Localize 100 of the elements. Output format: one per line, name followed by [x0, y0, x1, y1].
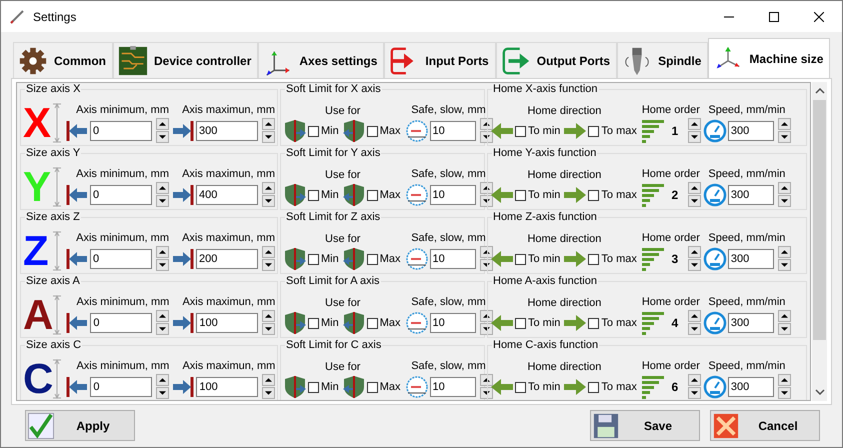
spin-up-button[interactable]: [480, 246, 493, 258]
checkbox[interactable]: To max: [588, 381, 637, 393]
number-field[interactable]: 300: [728, 312, 774, 332]
spin-down-button[interactable]: [778, 323, 791, 335]
tab[interactable]: Common: [13, 42, 113, 78]
spin-down-button[interactable]: [778, 259, 791, 271]
tab[interactable]: Machine size: [708, 38, 830, 78]
tab[interactable]: Output Ports: [496, 42, 618, 78]
number-field[interactable]: 300: [728, 120, 774, 140]
spin-up-button[interactable]: [688, 374, 701, 386]
number-field[interactable]: 300: [728, 184, 774, 204]
spin-down-button[interactable]: [156, 195, 169, 207]
number-field[interactable]: 400: [196, 184, 258, 204]
spin-up-button[interactable]: [480, 374, 493, 386]
checkbox[interactable]: Min: [308, 125, 339, 137]
spin-up-button[interactable]: [480, 310, 493, 322]
checkbox[interactable]: To max: [588, 189, 637, 201]
checkbox[interactable]: Max: [366, 189, 401, 201]
checkbox[interactable]: Max: [366, 125, 401, 137]
number-field[interactable]: 10: [430, 184, 476, 204]
spin-down-button[interactable]: [688, 323, 701, 335]
checkbox[interactable]: To max: [588, 125, 637, 137]
spin-up-button[interactable]: [778, 310, 791, 322]
number-field[interactable]: 100: [196, 376, 258, 396]
checkbox[interactable]: Min: [308, 189, 339, 201]
tab[interactable]: Spindle: [617, 42, 708, 78]
spin-down-button[interactable]: [156, 131, 169, 143]
spin-down-button[interactable]: [480, 323, 493, 335]
save-button[interactable]: Save: [590, 410, 700, 441]
spin-down-button[interactable]: [262, 131, 275, 143]
spin-down-button[interactable]: [156, 259, 169, 271]
spin-down-button[interactable]: [480, 195, 493, 207]
spin-down-button[interactable]: [688, 387, 701, 399]
spin-up-button[interactable]: [778, 118, 791, 130]
spin-down-button[interactable]: [262, 387, 276, 399]
apply-button[interactable]: Apply: [25, 410, 135, 441]
spin-up-button[interactable]: [688, 310, 701, 322]
checkbox[interactable]: Max: [366, 253, 401, 265]
tab[interactable]: Axes settings: [258, 42, 384, 78]
spin-up-button[interactable]: [156, 118, 169, 130]
spin-up-button[interactable]: [156, 182, 169, 194]
checkbox[interactable]: To min: [515, 253, 560, 265]
spin-down-button[interactable]: [778, 195, 791, 207]
checkbox[interactable]: Min: [308, 381, 339, 393]
spin-down-button[interactable]: [262, 323, 276, 335]
number-field[interactable]: 10: [430, 312, 476, 332]
checkbox[interactable]: To min: [515, 125, 560, 137]
spin-down-button[interactable]: [688, 195, 701, 207]
number-field[interactable]: 300: [728, 376, 774, 396]
spin-up-button[interactable]: [778, 246, 791, 258]
spin-up-button[interactable]: [480, 118, 493, 130]
scrollbar-thumb[interactable]: [813, 100, 826, 340]
spin-up-button[interactable]: [262, 374, 276, 386]
tab[interactable]: Input Ports: [384, 42, 496, 78]
number-field[interactable]: 300: [196, 120, 258, 140]
spin-up-button[interactable]: [262, 182, 275, 194]
spin-up-button[interactable]: [688, 118, 701, 130]
number-field[interactable]: 300: [728, 248, 774, 268]
spin-down-button[interactable]: [480, 387, 493, 399]
spin-down-button[interactable]: [262, 259, 275, 271]
spin-up-button[interactable]: [262, 310, 276, 322]
number-field[interactable]: 0: [90, 376, 152, 396]
checkbox[interactable]: Max: [366, 381, 401, 393]
spin-down-button[interactable]: [262, 195, 275, 207]
checkbox[interactable]: To min: [515, 381, 560, 393]
scrollbar[interactable]: [812, 82, 827, 401]
number-field[interactable]: 200: [196, 248, 258, 268]
number-field[interactable]: 0: [90, 184, 152, 204]
close-icon[interactable]: [814, 12, 824, 22]
spin-up-button[interactable]: [156, 246, 169, 258]
checkbox[interactable]: To max: [588, 317, 637, 329]
spin-down-button[interactable]: [688, 259, 701, 271]
spin-up-button[interactable]: [156, 374, 170, 386]
checkbox[interactable]: To min: [515, 317, 560, 329]
spin-down-button[interactable]: [156, 387, 170, 399]
checkbox[interactable]: To max: [588, 253, 637, 265]
scroll-down-icon[interactable]: [814, 389, 824, 395]
spin-up-button[interactable]: [778, 182, 791, 194]
number-field[interactable]: 0: [90, 120, 152, 140]
number-field[interactable]: 10: [430, 120, 476, 140]
checkbox[interactable]: To min: [515, 189, 560, 201]
spin-up-button[interactable]: [262, 118, 275, 130]
number-field[interactable]: 0: [90, 248, 152, 268]
spin-up-button[interactable]: [480, 182, 493, 194]
checkbox[interactable]: Min: [308, 253, 339, 265]
number-field[interactable]: 100: [196, 312, 258, 332]
maximize-icon[interactable]: [769, 12, 779, 22]
cancel-button[interactable]: Cancel: [710, 410, 820, 441]
spin-up-button[interactable]: [688, 182, 701, 194]
spin-down-button[interactable]: [778, 131, 791, 143]
spin-up-button[interactable]: [156, 310, 170, 322]
spin-down-button[interactable]: [480, 259, 493, 271]
number-field[interactable]: 10: [430, 248, 476, 268]
number-field[interactable]: 10: [430, 376, 476, 396]
spin-down-button[interactable]: [156, 323, 170, 335]
tab[interactable]: Device controller: [113, 42, 258, 78]
spin-up-button[interactable]: [688, 246, 701, 258]
spin-down-button[interactable]: [480, 131, 493, 143]
number-field[interactable]: 0: [90, 312, 152, 332]
spin-up-button[interactable]: [778, 374, 791, 386]
